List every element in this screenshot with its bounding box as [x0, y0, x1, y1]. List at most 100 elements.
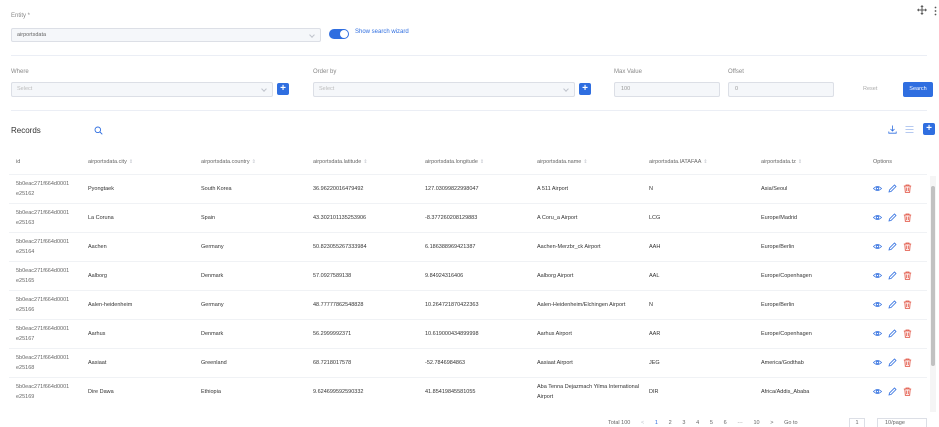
cell-city: Aasiaat [81, 347, 194, 377]
view-icon[interactable] [872, 358, 883, 367]
reset-button[interactable]: Reset [863, 86, 877, 92]
cell-tz: Africa/Addis_Ababa [754, 376, 866, 406]
offset-label: Offset [728, 69, 744, 75]
table-row[interactable]: 5b0eac271f664d0001 e25166 Aalen-heidenheim… [9, 289, 927, 319]
edit-icon[interactable] [888, 270, 897, 280]
column-header-longitude[interactable]: airportsdata.longitude ⇕ [418, 150, 530, 174]
column-header-name[interactable]: airportsdata.name ⇕ [530, 150, 642, 174]
edit-icon[interactable] [888, 241, 897, 251]
edit-icon[interactable] [888, 212, 897, 222]
table-row[interactable]: 5b0eac271f664d0001 e25163 La Coruna Spain 43… [9, 202, 927, 232]
order-by-label: Order by [313, 69, 337, 75]
page-size-select[interactable]: 10/page [877, 418, 927, 427]
edit-icon[interactable] [888, 299, 897, 309]
cell-iatafaa: AAL [642, 260, 754, 290]
cell-country: Spain [194, 202, 306, 232]
view-icon[interactable] [872, 329, 883, 338]
page-4[interactable]: 4 [696, 420, 699, 426]
max-value-input[interactable]: 100 [614, 82, 720, 97]
search-icon[interactable] [94, 126, 103, 135]
cell-latitude: 50.823055267333984 [306, 231, 418, 261]
table-row[interactable]: 5b0eac271f664d0001 e25162 Pyongtaek South K… [9, 173, 927, 203]
cell-longitude: -8.377260208129883 [418, 202, 530, 232]
cell-latitude: 48.77777862548828 [306, 289, 418, 319]
page-3[interactable]: 3 [682, 420, 685, 426]
delete-icon[interactable] [903, 271, 912, 280]
list-icon[interactable] [905, 125, 914, 134]
entity-select[interactable]: airportsdata [11, 28, 321, 42]
cell-longitude: 10.264721870422363 [418, 289, 530, 319]
column-header-id[interactable]: id [9, 150, 81, 174]
cell-tz: Europe/Berlin [754, 231, 866, 261]
view-icon[interactable] [872, 242, 883, 251]
download-icon[interactable] [888, 125, 897, 134]
column-header-city[interactable]: airportsdata.city ⇕ [81, 150, 194, 174]
edit-icon[interactable] [888, 387, 897, 396]
add-record-button[interactable]: + [923, 123, 935, 135]
table-row[interactable]: 5b0eac271f664d0001 e25167 Aarhus Denmark 56.… [9, 318, 927, 348]
edit-icon[interactable] [888, 328, 897, 338]
add-order-button[interactable]: + [579, 83, 591, 95]
search-wizard-toggle[interactable] [329, 29, 349, 39]
divider [11, 110, 927, 111]
column-header-tz[interactable]: airportsdata.tz ⇕ [754, 150, 866, 174]
view-icon[interactable] [872, 387, 883, 396]
add-where-button[interactable]: + [277, 83, 289, 95]
order-by-select[interactable]: Select [313, 82, 575, 97]
page-6[interactable]: 6 [724, 420, 727, 426]
records-title: Records [11, 126, 41, 135]
cell-options [866, 289, 927, 319]
table-row[interactable]: 5b0eac271f664d0001 e25164 Aachen Germany 50.… [9, 231, 927, 261]
column-header-latitude[interactable]: airportsdata.latitude ⇕ [306, 150, 418, 174]
cell-country: Greenland [194, 347, 306, 377]
table-row[interactable]: 5b0eac271f664d0001 e25168 Aasiaat Greenland… [9, 347, 927, 377]
more-vertical-icon[interactable] [934, 6, 937, 16]
move-icon[interactable] [917, 5, 927, 15]
sort-icon: ⇕ [363, 158, 368, 165]
delete-icon[interactable] [903, 300, 912, 309]
cell-city: Aalborg [81, 260, 194, 290]
divider [11, 55, 927, 56]
page-2[interactable]: 2 [669, 420, 672, 426]
cell-iatafaa: AAH [642, 231, 754, 261]
page-5[interactable]: 5 [710, 420, 713, 426]
next-page-icon[interactable]: > [770, 420, 773, 426]
delete-icon[interactable] [903, 184, 912, 193]
view-icon[interactable] [872, 184, 883, 193]
offset-input[interactable]: 0 [728, 82, 834, 97]
entity-label: Entity * [11, 13, 31, 19]
scrollbar-track[interactable] [930, 176, 936, 412]
scrollbar-thumb[interactable] [931, 186, 935, 366]
cell-id: 5b0eac271f664d0001 e25163 [9, 202, 81, 232]
delete-icon[interactable] [903, 358, 912, 367]
table-row[interactable]: 5b0eac271f664d0001 e25165 Aalborg Denmark 57… [9, 260, 927, 290]
delete-icon[interactable] [903, 329, 912, 338]
cell-name: Aba Tenna Dejazmach Yilma International … [530, 376, 642, 406]
cell-country: Denmark [194, 318, 306, 348]
page-1[interactable]: 1 [655, 420, 658, 426]
edit-icon[interactable] [888, 357, 897, 367]
search-button[interactable]: Search [903, 82, 933, 97]
table-row[interactable]: 5b0eac271f664d0001 e25169 Dire Dawa Ethiopi… [9, 376, 927, 406]
prev-page-icon[interactable]: < [641, 420, 644, 426]
cell-latitude: 56.2999992371 [306, 318, 418, 348]
cell-longitude: 9.84924316406 [418, 260, 530, 290]
view-icon[interactable] [872, 300, 883, 309]
goto-input[interactable]: 1 [849, 418, 865, 427]
edit-icon[interactable] [888, 183, 897, 193]
where-placeholder: Select [17, 86, 33, 92]
cell-iatafaa: AAR [642, 318, 754, 348]
cell-name: Aasiaat Airport [530, 347, 642, 377]
column-header-country[interactable]: airportsdata.country ⇕ [194, 150, 306, 174]
delete-icon[interactable] [903, 387, 912, 396]
delete-icon[interactable] [903, 242, 912, 251]
where-select[interactable]: Select [11, 82, 273, 97]
delete-icon[interactable] [903, 213, 912, 222]
cell-longitude: 10.619000434899998 [418, 318, 530, 348]
page-ellipsis[interactable]: ··· [737, 420, 743, 426]
view-icon[interactable] [872, 271, 883, 280]
cell-options [866, 231, 927, 261]
page-10[interactable]: 10 [753, 420, 759, 426]
column-header-iatafaa[interactable]: airportsdata.IATAFAA ⇕ [642, 150, 754, 174]
view-icon[interactable] [872, 213, 883, 222]
